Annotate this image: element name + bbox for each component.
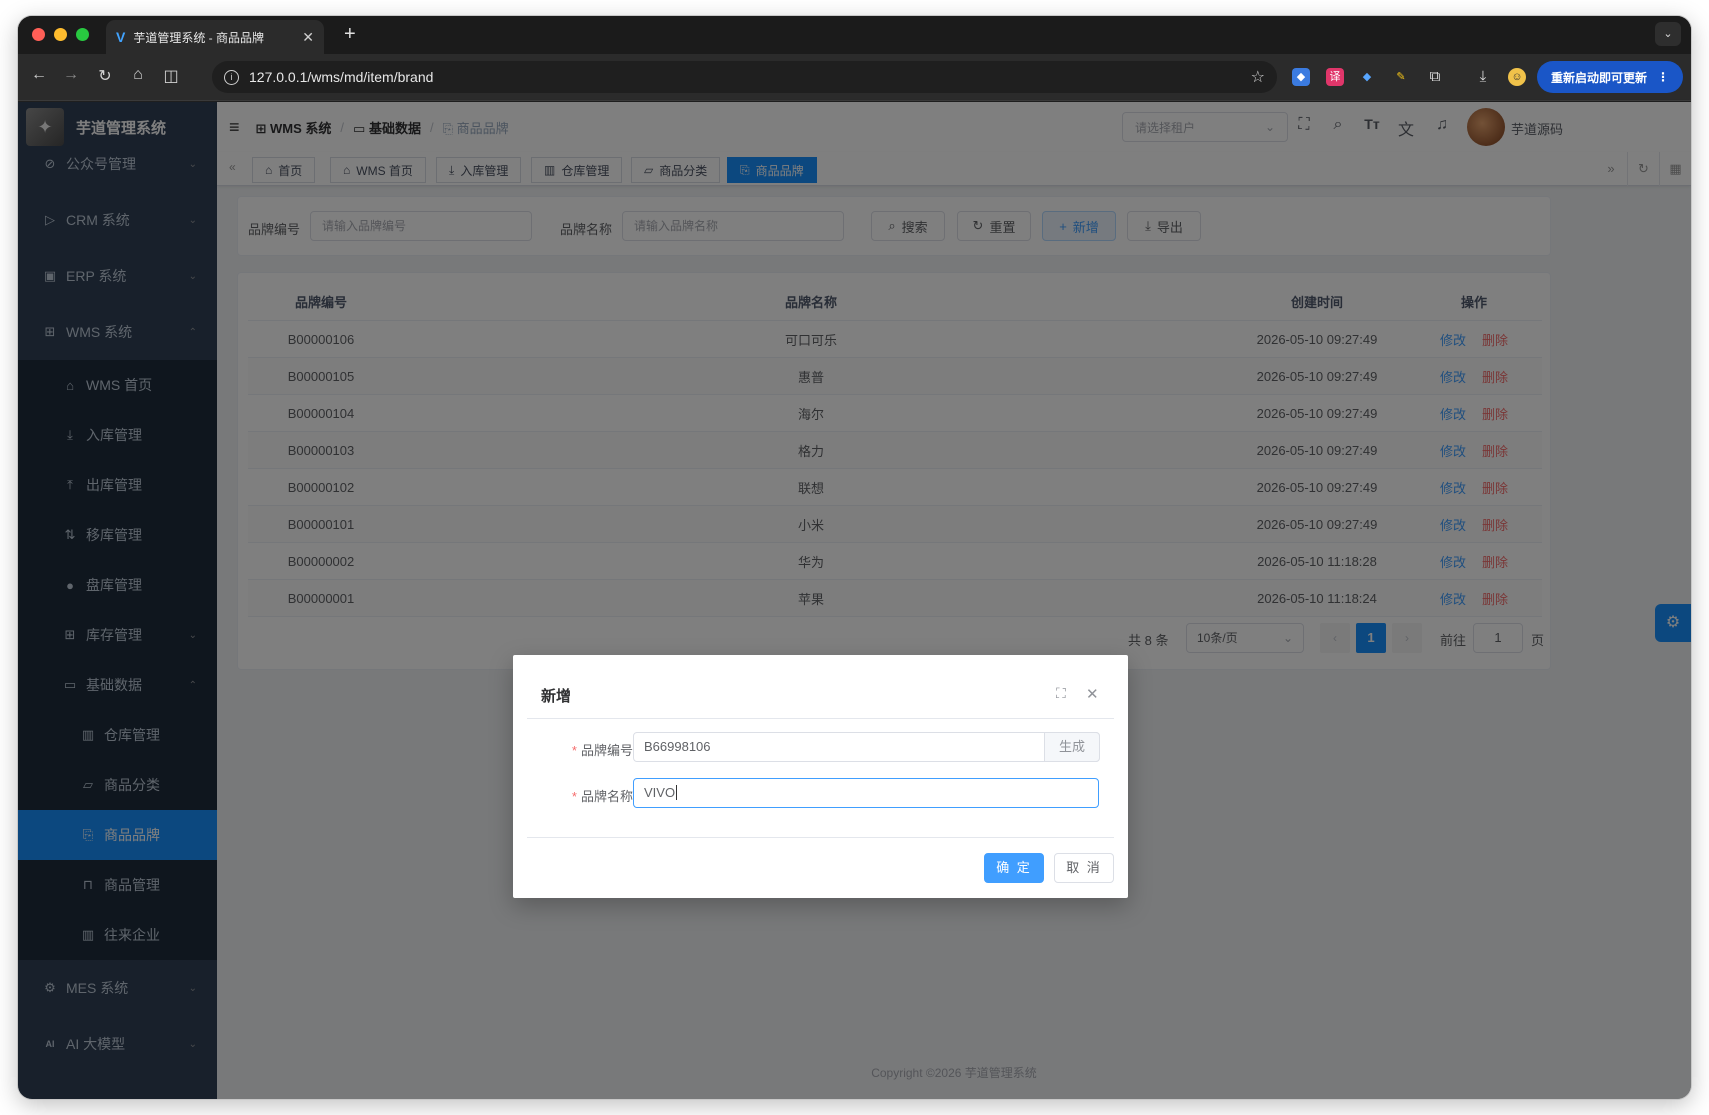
extension-4-icon[interactable]: ✎ <box>1392 68 1410 86</box>
profile-icon[interactable]: ☺ <box>1508 68 1526 86</box>
browser-toolbar: ← → ↻ ⌂ ◫ i 127.0.0.1/wms/md/item/brand … <box>18 54 1691 101</box>
more-menu-icon[interactable]: ⋮ <box>1657 70 1669 84</box>
home-icon[interactable]: ⌂ <box>127 66 149 84</box>
brand-name-value: VIVO <box>644 785 676 800</box>
brand-name-field-label: * 品牌名称 <box>557 786 633 805</box>
minimize-window-button[interactable] <box>54 28 67 41</box>
field-label-text: 品牌编号 <box>580 743 633 758</box>
required-mark: * <box>571 789 577 804</box>
maximize-window-button[interactable] <box>76 28 89 41</box>
close-icon[interactable]: ✕ <box>1086 685 1099 703</box>
bookmark-star-icon[interactable]: ☆ <box>1251 67 1265 87</box>
site-info-icon[interactable]: i <box>224 69 239 85</box>
brand-name-field[interactable]: VIVO <box>633 778 1099 808</box>
tab-close-icon[interactable]: ✕ <box>302 29 314 46</box>
required-mark: * <box>571 743 577 758</box>
url-text: 127.0.0.1/wms/md/item/brand <box>249 69 434 85</box>
address-bar[interactable]: i 127.0.0.1/wms/md/item/brand ☆ <box>212 61 1277 93</box>
extension-3-icon[interactable]: ◆ <box>1358 68 1376 86</box>
dialog-divider <box>527 718 1114 719</box>
text-cursor <box>676 785 678 800</box>
downloads-icon[interactable]: ⤓ <box>1474 68 1492 86</box>
cancel-button[interactable]: 取 消 <box>1054 853 1114 883</box>
reload-icon[interactable]: ↻ <box>94 66 116 86</box>
confirm-button[interactable]: 确 定 <box>984 853 1044 883</box>
brand-code-value: B66998106 <box>644 739 711 754</box>
brand-code-field-label: * 品牌编号 <box>557 740 633 759</box>
dialog-divider <box>527 837 1114 838</box>
extension-2-icon[interactable]: 译 <box>1326 68 1344 86</box>
maximize-icon[interactable]: ⛶ <box>1056 685 1066 702</box>
modal-overlay[interactable] <box>18 102 1691 1099</box>
dialog-title: 新增 <box>541 688 572 705</box>
extensions-puzzle-icon[interactable]: ⧉ <box>1426 68 1444 86</box>
split-view-icon[interactable]: ◫ <box>160 66 182 86</box>
browser-tab[interactable]: V 芋道管理系统 - 商品品牌 ✕ <box>106 20 324 54</box>
restart-update-label: 重新启动即可更新 <box>1550 70 1647 85</box>
extension-1-icon[interactable]: ◆ <box>1292 68 1310 86</box>
forward-icon[interactable]: → <box>60 66 82 84</box>
browser-tab-title: 芋道管理系统 - 商品品牌 <box>133 30 265 45</box>
new-tab-button[interactable]: + <box>344 23 356 46</box>
restart-update-button[interactable]: 重新启动即可更新 ⋮ <box>1536 61 1683 93</box>
field-label-text: 品牌名称 <box>580 789 633 804</box>
back-icon[interactable]: ← <box>28 66 50 84</box>
generate-button[interactable]: 生成 <box>1044 732 1100 762</box>
tab-strip: V 芋道管理系统 - 商品品牌 ✕ + ⌄ <box>18 16 1691 54</box>
browser-window: V 芋道管理系统 - 商品品牌 ✕ + ⌄ ← → ↻ ⌂ ◫ i 127.0.… <box>18 16 1691 1099</box>
close-window-button[interactable] <box>32 28 45 41</box>
brand-code-field[interactable]: B66998106 生成 <box>633 732 1100 762</box>
vite-logo-icon: V <box>116 29 126 45</box>
add-brand-dialog: 新增 ⛶ ✕ * 品牌编号 B66998106 生成 * 品牌名称 VIVO 确 定… <box>513 655 1128 898</box>
tab-search-button[interactable]: ⌄ <box>1655 22 1681 46</box>
